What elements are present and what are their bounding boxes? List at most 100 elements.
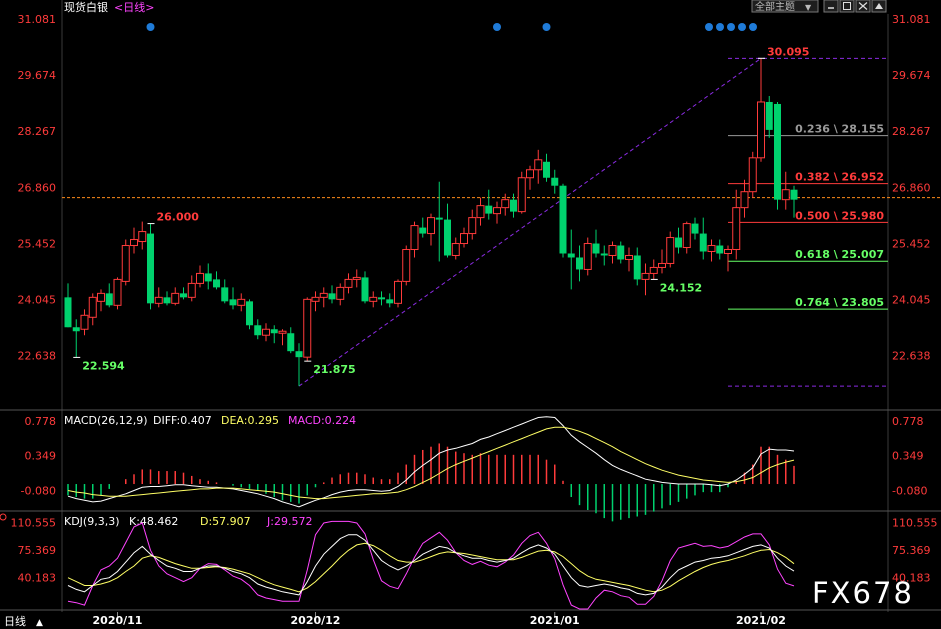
kdj-k-line — [67, 534, 795, 596]
candle-body — [246, 301, 253, 326]
candle-body — [757, 101, 765, 159]
candle-body — [732, 207, 741, 251]
candle-body — [336, 286, 345, 300]
candle-body — [476, 205, 485, 219]
kdj-y-tick-left: 75.369 — [18, 544, 57, 557]
event-dot — [738, 23, 746, 31]
event-dot — [493, 23, 501, 31]
event-dot — [146, 23, 155, 31]
x-tick-label: 2021/01 — [530, 614, 580, 627]
candle-body — [641, 272, 650, 280]
y-tick-right: 24.045 — [892, 294, 931, 307]
minimize-button[interactable] — [823, 0, 839, 13]
footer-period-label[interactable]: 日线 — [4, 614, 26, 628]
candle-body — [187, 282, 196, 298]
event-dot — [542, 23, 551, 31]
candle-body — [517, 177, 526, 213]
candle-body — [303, 298, 312, 358]
candle-body — [163, 297, 171, 304]
candle-body — [419, 227, 427, 234]
candle-body — [583, 243, 592, 270]
candle-body — [781, 189, 790, 201]
candle-body — [460, 233, 468, 245]
axis-labels: 31.081 31.081 29.674 29.674 28.267 28.267 26.8… — [18, 13, 931, 627]
candle-body — [287, 333, 295, 352]
candle-body — [451, 243, 460, 256]
candle-body — [699, 233, 707, 252]
candle-body — [435, 217, 443, 220]
kdj-y-tick-right: 110.555 — [892, 517, 938, 530]
candle-body — [213, 279, 220, 288]
macd-y-tick-left: -0.080 — [21, 485, 56, 498]
x-tick-label: 2020/12 — [291, 614, 341, 627]
candle-body — [526, 169, 534, 179]
trend-lines — [298, 57, 762, 387]
candle-body — [64, 297, 72, 328]
candle-body — [658, 262, 666, 268]
candle-body — [559, 185, 567, 254]
macd-y-tick-right: 0.778 — [892, 415, 924, 428]
kdj-y-tick-left: 110.555 — [11, 517, 57, 530]
macd-diff-label: DIFF:0.407 — [153, 414, 212, 427]
candle-body — [567, 253, 575, 258]
candle-body — [344, 278, 353, 288]
candle-body — [576, 257, 583, 270]
y-tick-right: 28.267 — [892, 125, 931, 138]
low-annotation: 24.152 — [660, 281, 702, 294]
candle-body — [493, 207, 501, 215]
macd-value-label: MACD:0.224 — [288, 414, 356, 427]
candle-body — [444, 219, 451, 256]
candle-body — [748, 157, 757, 193]
candle-body — [592, 243, 600, 254]
high-annotation: 26.000 — [157, 211, 200, 224]
fib-level-label: 0.382 \ 26.952 — [795, 171, 884, 184]
low-annotation: 22.594 — [82, 359, 125, 372]
candle-body — [774, 103, 781, 200]
high-annotation: 30.095 — [767, 45, 809, 58]
candle-body — [427, 217, 435, 235]
fib-level-label: 0.618 \ 25.007 — [795, 248, 884, 261]
event-dots — [146, 23, 757, 31]
candle-body — [237, 298, 246, 306]
fib-level-label: 0.764 \ 23.805 — [795, 296, 884, 309]
candle-body — [171, 292, 180, 304]
candle-body — [410, 225, 419, 251]
instrument-title: 现货白银 — [64, 0, 108, 14]
kdj-y-tick-right: 75.369 — [892, 544, 931, 557]
y-tick-left: 28.267 — [18, 125, 57, 138]
triangle-up-icon[interactable]: ▲ — [36, 618, 43, 628]
candle-body — [295, 351, 303, 358]
candle-body — [352, 276, 361, 280]
y-tick-left: 25.452 — [18, 237, 57, 250]
scroll-up-button[interactable] — [871, 0, 887, 13]
candle-body — [543, 161, 550, 178]
candle-body — [682, 223, 691, 249]
close-button[interactable] — [855, 0, 871, 13]
y-tick-right: 26.860 — [892, 181, 931, 194]
candle-body — [196, 272, 204, 284]
panel-resize-handle[interactable] — [0, 513, 7, 521]
trend-line — [298, 57, 762, 387]
event-dot — [727, 23, 735, 31]
candle-body — [180, 293, 187, 298]
candle-body — [138, 231, 147, 243]
candle-body — [80, 314, 89, 330]
event-dot — [749, 23, 757, 31]
candle-body — [105, 293, 113, 306]
price-annotations: 22.594 26.000 21.875 24.152 30.095 — [73, 45, 809, 376]
chart-window: 0.236 \ 28.155 0.382 \ 26.952 0.500 \ 25.9… — [0, 0, 941, 629]
maximize-button[interactable] — [839, 0, 855, 13]
candle-body — [361, 277, 369, 302]
candle-body — [649, 266, 658, 274]
candle-body — [72, 327, 80, 332]
candle-body — [121, 245, 130, 282]
period-label: <日线> — [114, 0, 154, 14]
fib-level-label: 0.236 \ 28.155 — [795, 123, 884, 136]
y-tick-left: 31.081 — [18, 13, 57, 26]
candle-body — [551, 177, 559, 186]
macd-dea-label: DEA:0.295 — [221, 414, 279, 427]
event-dot — [716, 23, 724, 31]
candle-body — [378, 297, 385, 300]
kdj-j-label: J:29.572 — [266, 515, 312, 528]
y-tick-left: 26.860 — [18, 181, 57, 194]
